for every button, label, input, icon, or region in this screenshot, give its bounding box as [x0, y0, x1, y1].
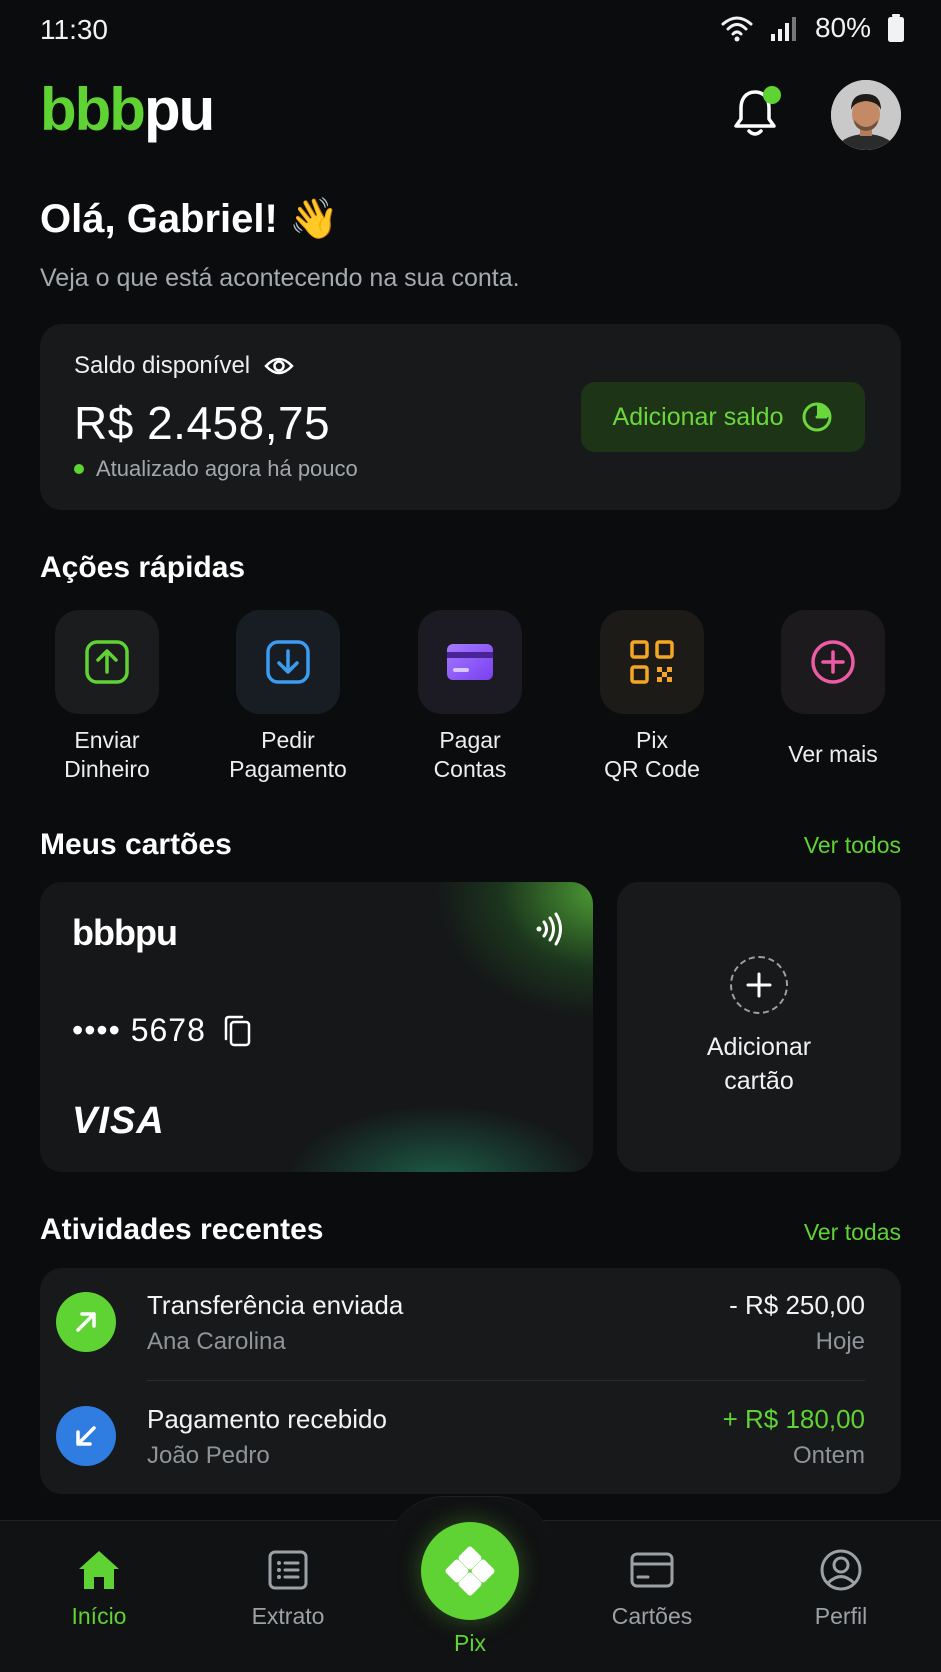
quick-action-tile	[236, 610, 340, 714]
nav-item-profile[interactable]: Perfil	[766, 1545, 916, 1630]
balance-label: Saldo disponível	[74, 352, 251, 379]
card-number: •••• 5678	[72, 1012, 206, 1048]
payment-card[interactable]: bbbpu •••• 5678 VISA	[40, 882, 593, 1172]
battery-icon	[888, 14, 904, 42]
add-card-icon-wrap	[730, 956, 788, 1014]
nav-item-cards[interactable]: Cartões	[577, 1545, 727, 1630]
quick-action-label: Pedir Pagamento	[229, 727, 347, 782]
nav-label: Perfil	[814, 1603, 868, 1629]
qr-code-icon	[630, 640, 674, 684]
contactless-icon	[536, 912, 562, 946]
quick-actions: Enviar Dinheiro Pedir Pagamento Pagar Co…	[40, 610, 901, 790]
nav-item-statement[interactable]: Extrato	[213, 1545, 363, 1630]
quick-action-see-more[interactable]: Ver mais	[763, 610, 903, 769]
nav-item-pix[interactable]	[421, 1522, 519, 1620]
see-all-cards-link[interactable]: Ver todos	[804, 832, 901, 859]
avatar-image	[831, 80, 901, 150]
signal-icon	[770, 17, 796, 41]
add-balance-label: Adicionar saldo	[612, 402, 784, 431]
activities-title: Atividades recentes	[40, 1213, 324, 1246]
notifications-button[interactable]	[731, 86, 783, 142]
nav-label: Início	[71, 1603, 127, 1629]
activity-title: Transferência enviada	[147, 1290, 404, 1320]
quick-action-label: Pagar Contas	[433, 727, 507, 782]
activity-name: Ana Carolina	[147, 1328, 286, 1355]
add-balance-button[interactable]: Adicionar saldo	[581, 382, 865, 452]
nav-item-home[interactable]: Início	[24, 1545, 174, 1630]
nav-label: Cartões	[611, 1603, 693, 1629]
arrow-up-right-icon	[76, 1312, 96, 1332]
quick-action-label: Enviar Dinheiro	[64, 727, 150, 782]
home-icon	[79, 1551, 119, 1589]
add-card-button[interactable]: Adicionar cartão	[617, 882, 901, 1172]
add-card-label: Adicionar cartão	[706, 1033, 812, 1095]
quick-action-label: Ver mais	[788, 741, 878, 767]
page-title: Olá, Gabriel! 👋	[40, 197, 339, 241]
activity-date: Ontem	[792, 1442, 865, 1469]
plus-icon	[746, 972, 772, 998]
card-number-row: •••• 5678	[72, 1012, 252, 1049]
balance-label-row: Saldo disponível	[74, 352, 294, 380]
quick-action-send-money[interactable]: Enviar Dinheiro	[37, 610, 177, 784]
activity-name: João Pedro	[147, 1442, 270, 1469]
user-icon	[820, 1549, 862, 1591]
balance-updated-row: Atualizado agora há pouco	[74, 456, 358, 482]
status-dot	[74, 464, 84, 474]
card-icon	[630, 1552, 674, 1588]
card-brand: VISA	[72, 1100, 165, 1142]
list-item[interactable]: Transferência enviada Ana Carolina - R$ …	[40, 1268, 901, 1381]
divider	[147, 1380, 865, 1381]
clock-icon	[802, 402, 832, 432]
balance-updated-text: Atualizado agora há pouco	[96, 456, 358, 481]
cards-title: Meus cartões	[40, 828, 232, 861]
app-logo: bbbpu	[40, 76, 215, 143]
quick-action-request-payment[interactable]: Pedir Pagamento	[218, 610, 358, 784]
list-icon	[268, 1550, 308, 1590]
copy-icon[interactable]	[222, 1014, 252, 1048]
quick-action-tile	[55, 610, 159, 714]
list-item[interactable]: Pagamento recebido João Pedro + R$ 180,0…	[40, 1382, 901, 1494]
arrow-down-left-icon	[76, 1426, 96, 1446]
avatar[interactable]	[831, 80, 901, 150]
eye-icon[interactable]	[264, 355, 294, 377]
page-subtitle: Veja o que está acontecendo na sua conta…	[40, 264, 520, 292]
quick-action-pay-bills[interactable]: Pagar Contas	[400, 610, 540, 784]
credit-card-icon	[447, 644, 493, 680]
pix-icon	[445, 1546, 495, 1596]
activity-icon-wrap	[56, 1292, 116, 1352]
quick-action-tile	[600, 610, 704, 714]
battery-level: 80%	[814, 12, 871, 43]
activity-title: Pagamento recebido	[147, 1404, 387, 1434]
upload-icon	[85, 640, 129, 684]
activity-date: Hoje	[815, 1328, 865, 1355]
see-all-activities-link[interactable]: Ver todas	[804, 1219, 901, 1246]
status-icons: 80%	[721, 12, 905, 44]
nav-label: Extrato	[251, 1603, 325, 1629]
notification-badge	[763, 86, 781, 104]
card-logo: bbbpu	[72, 912, 178, 953]
status-time: 11:30	[40, 14, 108, 45]
download-icon	[266, 640, 310, 684]
quick-action-tile	[418, 610, 522, 714]
activities-list: Transferência enviada Ana Carolina - R$ …	[40, 1268, 901, 1494]
plus-circle-icon	[811, 640, 855, 684]
quick-action-pix-qr-code[interactable]: Pix QR Code	[582, 610, 722, 784]
balance-card: Saldo disponível R$ 2.458,75 Atualizado …	[40, 324, 901, 510]
quick-actions-title: Ações rápidas	[40, 551, 246, 584]
app-header: bbbpu	[40, 72, 901, 152]
status-bar: 11:30 80%	[0, 0, 941, 60]
wifi-icon	[721, 16, 753, 42]
activity-amount: + R$ 180,00	[722, 1404, 865, 1434]
quick-action-label: Pix QR Code	[604, 727, 700, 782]
quick-action-tile	[781, 610, 885, 714]
activity-amount: - R$ 250,00	[729, 1290, 865, 1320]
nav-label-pix: Pix	[454, 1630, 486, 1656]
activity-icon-wrap	[56, 1406, 116, 1466]
balance-value: R$ 2.458,75	[74, 397, 331, 449]
